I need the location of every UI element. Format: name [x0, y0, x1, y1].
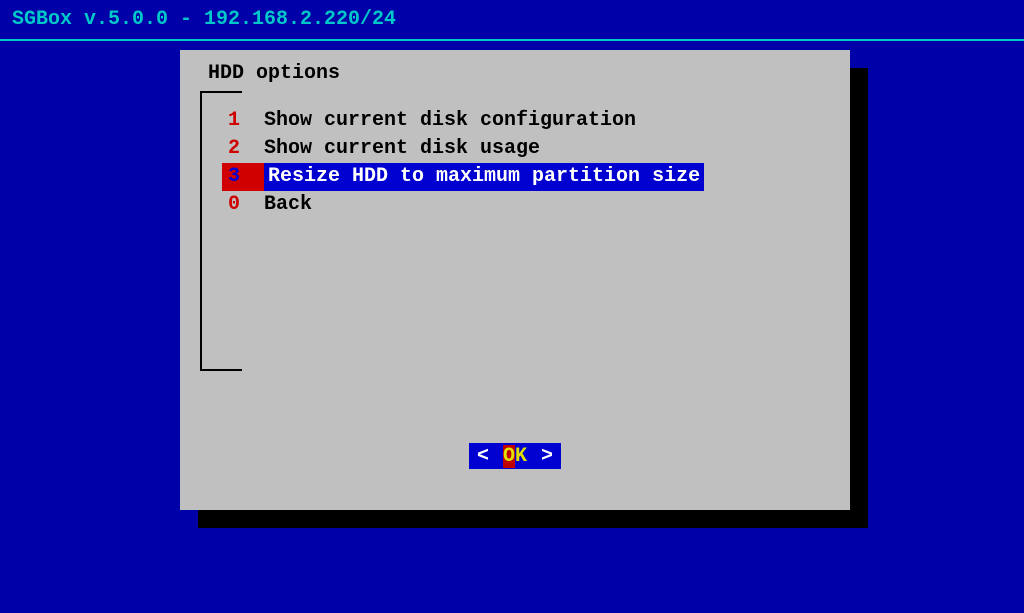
ok-button[interactable]: < OK >: [469, 443, 561, 469]
ok-text: OK: [503, 445, 527, 468]
header-title: SGBox v.5.0.0 - 192.168.2.220/24: [12, 8, 396, 31]
dialog-title: HDD options: [208, 62, 830, 85]
menu-item-back[interactable]: 0 Back: [222, 191, 830, 219]
left-bracket-icon: <: [477, 445, 489, 468]
menu-number: 3: [222, 163, 264, 191]
button-area: < OK >: [200, 443, 830, 469]
menu-label: Show current disk configuration: [264, 107, 636, 135]
menu-label: Show current disk usage: [264, 135, 540, 163]
menu-item-show-usage[interactable]: 2 Show current disk usage: [222, 135, 830, 163]
menu-item-resize-hdd[interactable]: 3 Resize HDD to maximum partition size: [222, 163, 830, 191]
menu-item-show-config[interactable]: 1 Show current disk configuration: [222, 107, 830, 135]
menu-frame: 1 Show current disk configuration 2 Show…: [200, 91, 830, 371]
menu-number: 0: [222, 191, 264, 219]
right-bracket-icon: >: [541, 445, 553, 468]
hdd-options-dialog: HDD options 1 Show current disk configur…: [180, 50, 850, 510]
menu-items: 1 Show current disk configuration 2 Show…: [202, 107, 830, 219]
menu-label: Back: [264, 191, 312, 219]
header-bar: SGBox v.5.0.0 - 192.168.2.220/24: [0, 0, 1024, 41]
menu-label: Resize HDD to maximum partition size: [264, 163, 704, 191]
menu-number: 2: [222, 135, 264, 163]
menu-number: 1: [222, 107, 264, 135]
